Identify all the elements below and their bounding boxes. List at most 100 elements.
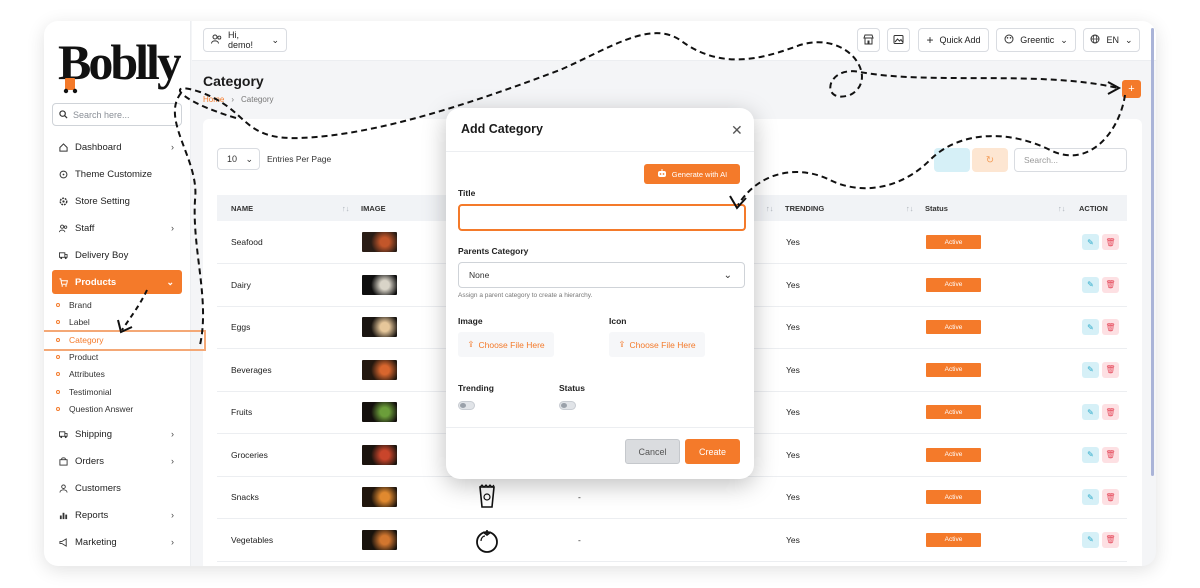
palette-icon <box>59 170 68 179</box>
trending-value: Yes <box>786 492 800 502</box>
delete-icon[interactable]: 🗑 <box>1102 404 1119 420</box>
storefront-button[interactable] <box>857 28 880 52</box>
sidebar-sub-label[interactable]: Label <box>56 314 90 330</box>
entries-per-page-select[interactable]: 10 ⌄ <box>217 148 260 170</box>
edit-icon[interactable]: ✎ <box>1082 489 1099 505</box>
sidebar-item-reports[interactable]: Reports › <box>52 503 182 527</box>
delete-icon[interactable]: 🗑 <box>1102 319 1119 335</box>
delete-icon[interactable]: 🗑 <box>1102 361 1119 378</box>
parent-category-select[interactable]: None ⌄ <box>458 262 745 288</box>
close-icon[interactable]: ✕ <box>731 122 743 139</box>
sidebar-sub-product[interactable]: Product <box>56 349 98 365</box>
sort-icon[interactable]: ↑↓ <box>906 204 914 213</box>
sidebar-item-shipping[interactable]: Shipping › <box>52 422 182 446</box>
edit-icon[interactable]: ✎ <box>1082 276 1099 293</box>
brand-logo[interactable]: Boblly <box>56 29 185 95</box>
chevron-down-icon: ⌄ <box>1124 34 1133 45</box>
category-image-thumbnail <box>362 359 397 380</box>
status-badge: Active <box>926 405 981 419</box>
chevron-down-icon: ⌄ <box>723 269 732 281</box>
edit-icon[interactable]: ✎ <box>1082 446 1099 463</box>
chevron-right-icon: › <box>171 429 174 439</box>
chevron-down-icon: ⌄ <box>1060 34 1068 45</box>
quick-add-button[interactable]: + Quick Add <box>918 28 989 52</box>
edit-icon[interactable]: ✎ <box>1082 319 1099 335</box>
sidebar-item-label: Staff <box>75 222 95 234</box>
sidebar-item-delivery-boy[interactable]: Delivery Boy <box>52 243 182 267</box>
cancel-button[interactable]: Cancel <box>625 439 680 464</box>
quick-add-label: Quick Add <box>939 35 981 45</box>
category-image-thumbnail <box>362 317 397 337</box>
greeting-text: Hi, demo! <box>228 30 254 50</box>
image-upload-button[interactable]: ⇪ Choose File Here <box>458 332 554 357</box>
delete-icon[interactable]: 🗑 <box>1102 531 1119 548</box>
sort-icon[interactable]: ↑↓ <box>1058 204 1066 213</box>
add-category-button[interactable]: + <box>1122 80 1141 98</box>
title-input[interactable] <box>458 204 746 231</box>
sub-item-label: Label <box>69 317 90 327</box>
robot-icon <box>657 168 667 180</box>
sidebar-sub-attributes[interactable]: Attributes <box>56 366 105 382</box>
cart-icon <box>59 277 68 287</box>
sidebar-item-products[interactable]: Products ⌄ <box>52 270 182 294</box>
status-toggle[interactable] <box>559 401 576 410</box>
reset-filter-button[interactable]: ↻ <box>972 148 1008 172</box>
sidebar-item-customers[interactable]: Customers <box>52 476 182 500</box>
title-label: Title <box>458 188 476 198</box>
language-select[interactable]: EN ⌄ <box>1083 28 1140 52</box>
sort-icon[interactable]: ↑↓ <box>766 204 774 213</box>
filter-button[interactable] <box>934 148 970 172</box>
icon-upload-button[interactable]: ⇪ Choose File Here <box>609 332 705 357</box>
delete-icon[interactable]: 🗑 <box>1102 234 1119 250</box>
column-header-action: ACTION <box>1079 204 1108 213</box>
delete-icon[interactable]: 🗑 <box>1102 489 1119 505</box>
category-extra-value: - <box>578 534 581 545</box>
sidebar-sub-testimonial[interactable]: Testimonial <box>56 384 112 400</box>
edit-icon[interactable]: ✎ <box>1082 361 1099 378</box>
trending-value: Yes <box>786 279 800 290</box>
generate-with-ai-button[interactable]: Generate with AI <box>644 164 740 184</box>
trending-value: Yes <box>786 534 800 545</box>
sidebar-search-input[interactable] <box>73 109 173 120</box>
category-image-thumbnail <box>362 232 397 252</box>
sub-item-label: Product <box>69 352 99 362</box>
edit-icon[interactable]: ✎ <box>1082 404 1099 420</box>
sidebar-item-theme-customize[interactable]: Theme Customize <box>52 162 182 186</box>
edit-icon[interactable]: ✎ <box>1082 234 1099 250</box>
sidebar-item-store-setting[interactable]: Store Setting <box>52 189 182 213</box>
chevron-right-icon: › <box>171 142 174 152</box>
sidebar-item-label: Store Setting <box>75 195 130 207</box>
sidebar-search[interactable] <box>52 103 182 126</box>
sidebar-sub-brand[interactable]: Brand <box>56 297 92 313</box>
bullet-icon <box>56 372 60 376</box>
sidebar-item-label: Customers <box>75 482 121 494</box>
category-name: Snacks <box>231 492 259 502</box>
create-button[interactable]: Create <box>685 439 740 464</box>
edit-icon[interactable]: ✎ <box>1082 531 1099 548</box>
settings-icon <box>59 197 68 206</box>
status-badge: Active <box>926 447 981 462</box>
category-image-thumbnail <box>362 529 397 550</box>
column-header-trending[interactable]: TRENDING <box>785 204 824 213</box>
delete-icon[interactable]: 🗑 <box>1102 276 1119 293</box>
user-menu-button[interactable]: Hi, demo! ⌄ <box>203 28 287 52</box>
theme-select[interactable]: Greentic ⌄ <box>996 28 1076 52</box>
status-badge: Active <box>926 532 981 547</box>
column-header-status[interactable]: Status <box>925 204 948 213</box>
media-button[interactable] <box>887 28 910 52</box>
modal-title: Add Category <box>461 122 543 136</box>
sort-icon[interactable]: ↑↓ <box>342 204 350 213</box>
delete-icon[interactable]: 🗑 <box>1102 446 1119 463</box>
table-search-input[interactable] <box>1014 148 1127 172</box>
trending-toggle[interactable] <box>458 401 475 410</box>
sidebar-item-marketing[interactable]: Marketing › <box>52 530 182 554</box>
sidebar-item-orders[interactable]: Orders › <box>52 449 182 473</box>
breadcrumb-home-link[interactable]: Home <box>203 95 224 104</box>
trending-value: Yes <box>786 322 800 332</box>
sidebar-sub-question-answer[interactable]: Question Answer <box>56 401 133 417</box>
sidebar-item-dashboard[interactable]: Dashboard › <box>52 135 182 159</box>
status-badge: Active <box>926 277 981 292</box>
column-header-name[interactable]: NAME <box>231 204 253 213</box>
sidebar: Boblly Dashboard › Theme Customize Store… <box>44 21 191 566</box>
sidebar-item-staff[interactable]: Staff › <box>52 216 182 240</box>
